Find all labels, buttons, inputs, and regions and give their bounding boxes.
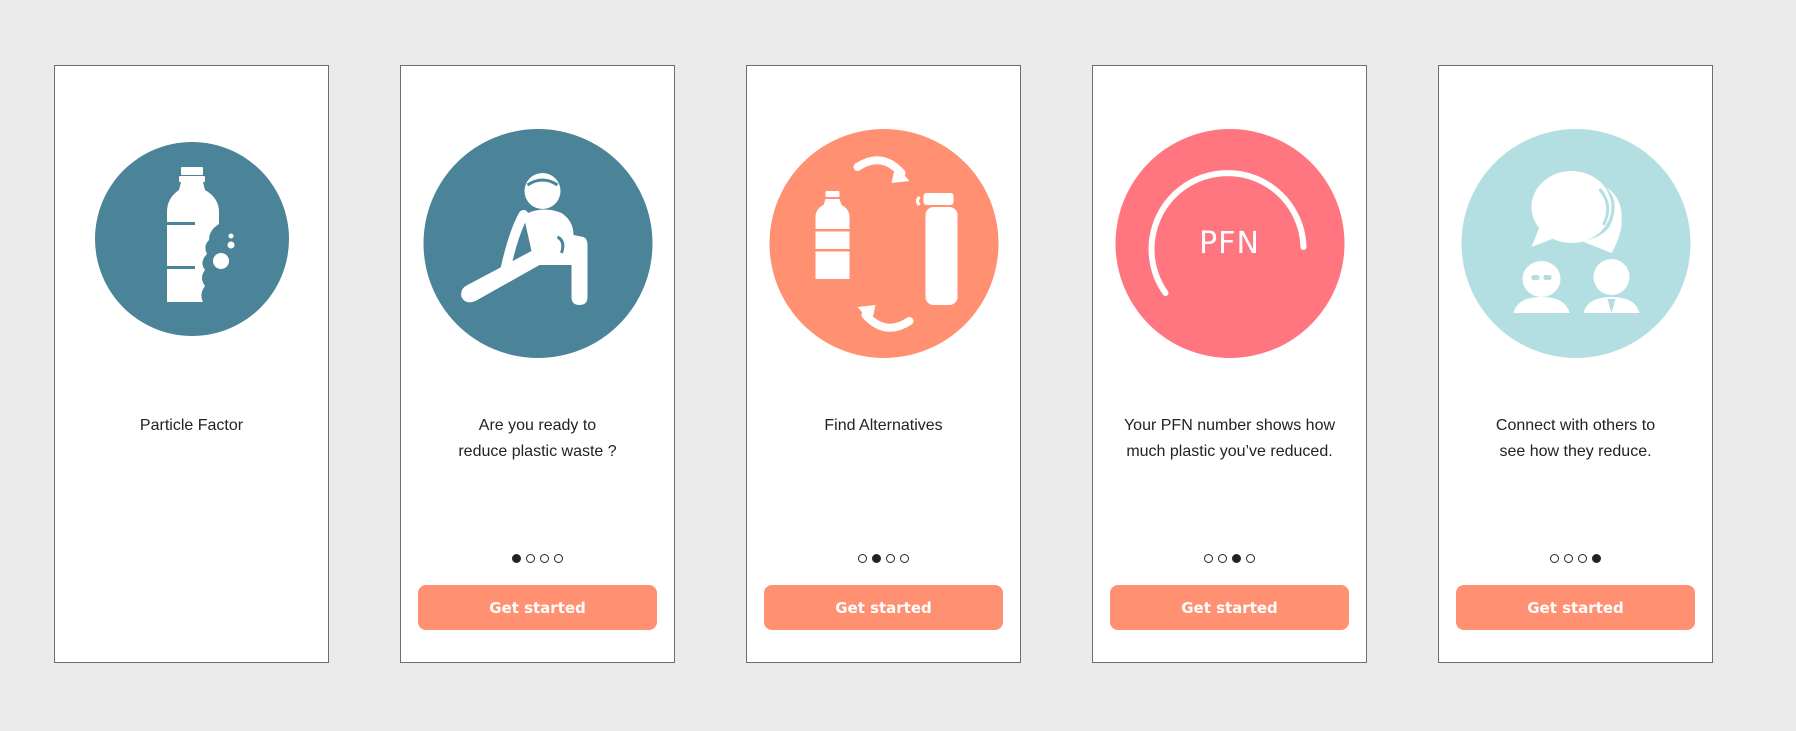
community-chat-icon: [1513, 171, 1639, 313]
splash-screen: Particle Factor: [54, 65, 329, 663]
person-hero-circle: [423, 129, 652, 358]
screen-caption: Particle Factor: [55, 413, 328, 439]
onboarding-screen-3: PFN Your PFN number shows how much plast…: [1092, 65, 1367, 663]
page-dot[interactable]: [900, 554, 909, 563]
caption-line: Connect with others to: [1495, 417, 1656, 434]
screen-caption: Your PFN number shows how much plastic y…: [1093, 413, 1366, 465]
page-dot[interactable]: [886, 554, 895, 563]
get-started-button[interactable]: Get started: [418, 585, 657, 630]
bottle-hero-circle: [94, 142, 289, 336]
page-indicator: [1093, 554, 1366, 563]
onboarding-screen-1: Are you ready to reduce plastic waste ? …: [400, 65, 675, 663]
swap-bottle-icon: [815, 156, 957, 332]
page-dot[interactable]: [554, 554, 563, 563]
get-started-button[interactable]: Get started: [764, 585, 1003, 630]
page-indicator: [1439, 554, 1712, 563]
page-dot[interactable]: [1550, 554, 1559, 563]
page-dot[interactable]: [1592, 554, 1601, 563]
page-dot[interactable]: [512, 554, 521, 563]
screen-caption: Find Alternatives: [747, 413, 1020, 439]
screen-caption: Connect with others to see how they redu…: [1439, 413, 1712, 465]
page-dot[interactable]: [1218, 554, 1227, 563]
page-dot[interactable]: [1246, 554, 1255, 563]
page-dot[interactable]: [858, 554, 867, 563]
caption-line: Are you ready to: [478, 417, 597, 434]
get-started-button[interactable]: Get started: [1456, 585, 1695, 630]
screen-caption: Are you ready to reduce plastic waste ?: [401, 413, 674, 465]
onboarding-screen-4: Connect with others to see how they redu…: [1438, 65, 1713, 663]
caption-line: reduce plastic waste ?: [458, 443, 617, 460]
page-dot[interactable]: [526, 554, 535, 563]
pfn-gauge-label: PFN: [1199, 226, 1260, 261]
page-dot[interactable]: [540, 554, 549, 563]
caption-line: Your PFN number shows how: [1123, 417, 1336, 434]
page-dot[interactable]: [1564, 554, 1573, 563]
page-dot[interactable]: [1204, 554, 1213, 563]
alternatives-hero-circle: [769, 129, 998, 358]
page-indicator: [747, 554, 1020, 563]
pfn-hero-circle: PFN: [1115, 129, 1344, 358]
caption-line: Find Alternatives: [824, 417, 943, 434]
caption-line: Particle Factor: [139, 417, 244, 434]
plastic-bottle-icon: [166, 167, 234, 302]
person-sitting-icon: [460, 173, 587, 305]
caption-line: much plastic you’ve reduced.: [1126, 443, 1333, 460]
community-hero-circle: [1461, 129, 1690, 358]
caption-line: see how they reduce.: [1499, 443, 1652, 460]
page-dot[interactable]: [872, 554, 881, 563]
page-indicator: [401, 554, 674, 563]
onboarding-screen-2: Find Alternatives Get started: [746, 65, 1021, 663]
page-dot[interactable]: [1232, 554, 1241, 563]
get-started-button[interactable]: Get started: [1110, 585, 1349, 630]
page-dot[interactable]: [1578, 554, 1587, 563]
